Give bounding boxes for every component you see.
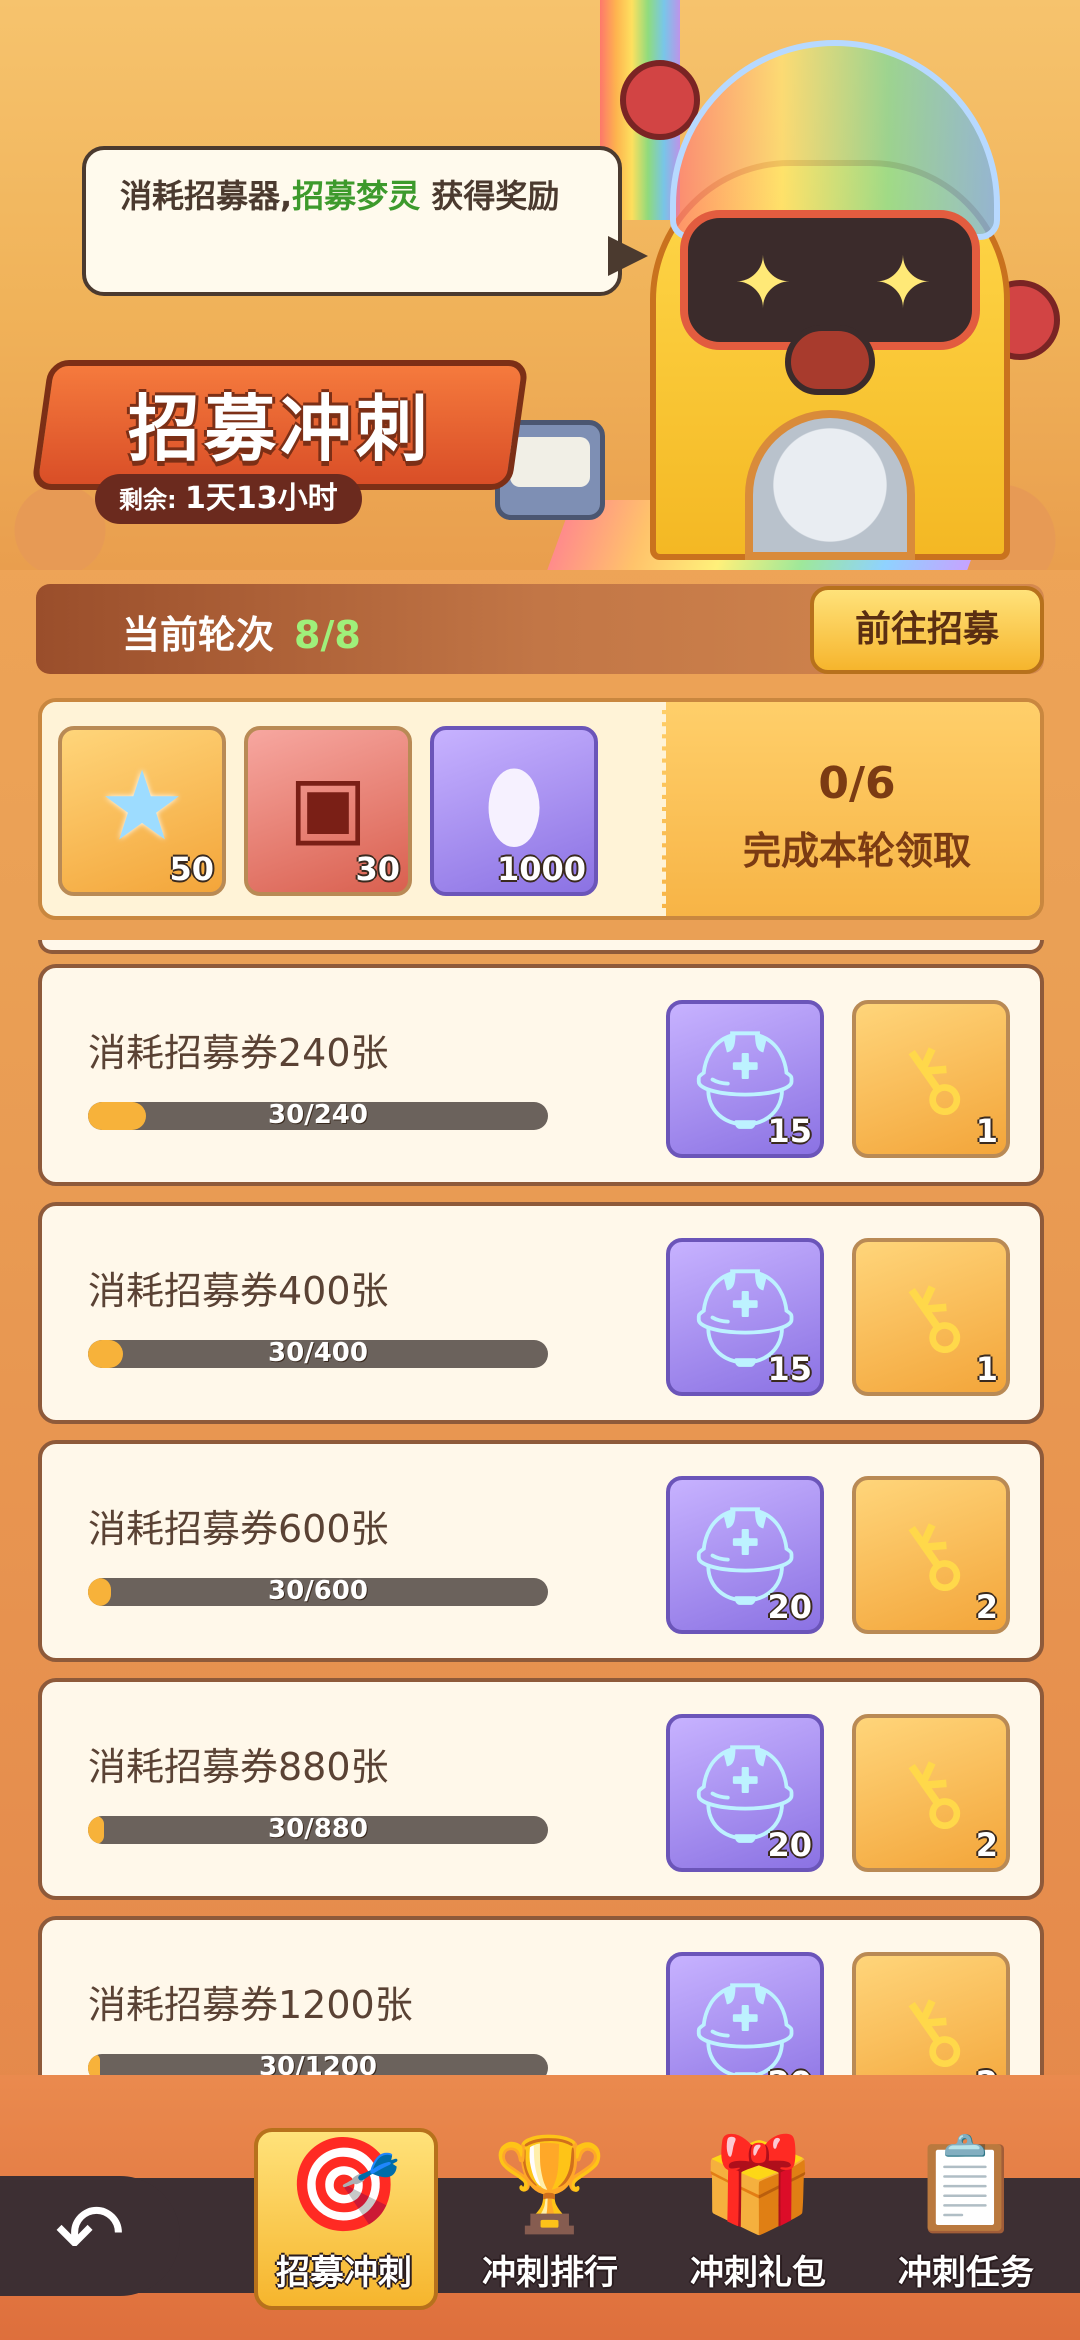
rainbow-star-icon: ★ [98, 750, 186, 862]
back-arrow-icon: ↶ [54, 2185, 126, 2283]
reward-qty: 1 [975, 1112, 998, 1150]
bubble-text-end: 获得奖励 [420, 177, 560, 215]
reward-qty: 2 [975, 1588, 998, 1626]
robot-mouth [785, 325, 875, 395]
task-list[interactable]: 消耗招募券240张 30/240 ⛑ 15 ⚷ 1 消耗招募券400张 30/4… [38, 940, 1044, 2075]
helmet-icon: ⛑ [684, 1976, 806, 2075]
remaining-time: 剩余: 1天13小时 [95, 474, 362, 524]
task-progress-text: 30/1200 [258, 2052, 378, 2075]
task-progress-text: 30/240 [268, 1100, 368, 1130]
tab-sprint-ranking[interactable]: 🏆 冲刺排行 [450, 2130, 650, 2310]
reward-qty: 30 [355, 850, 400, 888]
tab-label: 冲刺任务 [898, 2253, 1034, 2293]
task-card: 消耗招募券240张 30/240 ⛑ 15 ⚷ 1 [38, 964, 1044, 1186]
dartboard-icon: 🎯 [286, 2131, 402, 2238]
rainbow-bottle-icon: ⬮ [483, 750, 545, 862]
tab-label: 冲刺礼包 [690, 2253, 826, 2293]
task-progress-text: 30/600 [268, 1576, 368, 1606]
round-claim-label: 完成本轮领取 [742, 829, 971, 873]
reward-qty: 1000 [496, 850, 586, 888]
reward-qty: 20 [767, 2064, 812, 2075]
reward-qty: 20 [767, 1588, 812, 1626]
reward-qty: 15 [767, 1112, 812, 1150]
star-eye-icon: ✦ [873, 242, 933, 324]
gift-box-icon: 🎁 [700, 2131, 816, 2238]
round-claim-area[interactable]: 0/6 完成本轮领取 [662, 702, 1040, 916]
task-reward-helmet[interactable]: ⛑ 20 [666, 1476, 824, 1634]
task-reward-helmet[interactable]: ⛑ 15 [666, 1238, 824, 1396]
reward-qty: 20 [767, 1826, 812, 1864]
task-title: 消耗招募券1200张 [88, 1983, 413, 2027]
task-title: 消耗招募券880张 [88, 1745, 389, 1789]
reward-qty: 50 [169, 850, 214, 888]
reward-item[interactable]: ⬮ 1000 [430, 726, 598, 896]
bubble-text: 消耗招募器, [120, 177, 293, 215]
tab-sprint-gift[interactable]: 🎁 冲刺礼包 [658, 2130, 858, 2310]
round-label: 当前轮次 [122, 613, 275, 657]
tab-sprint-tasks[interactable]: 📋 冲刺任务 [866, 2130, 1066, 2310]
clipboard-icon: 📋 [908, 2131, 1024, 2238]
round-progress: 0/6 [818, 758, 896, 809]
reward-qty: 2 [975, 1826, 998, 1864]
task-title: 消耗招募券240张 [88, 1031, 389, 1075]
previous-card-edge [38, 940, 1044, 954]
task-reward-helmet[interactable]: ⛑ 15 [666, 1000, 824, 1158]
task-reward-key[interactable]: ⚷ 2 [852, 1952, 1010, 2075]
star-key-icon: ⚷ [873, 1969, 988, 2075]
task-reward-key[interactable]: ⚷ 1 [852, 1238, 1010, 1396]
mini-robot-face [510, 437, 590, 487]
reward-item[interactable]: ★ 50 [58, 726, 226, 896]
task-reward-key[interactable]: ⚷ 2 [852, 1476, 1010, 1634]
star-eye-icon: ✦ [733, 242, 793, 324]
bubble-highlight: 招募梦灵 [292, 177, 421, 215]
speech-bubble: 消耗招募器,招募梦灵 获得奖励 [82, 146, 648, 296]
task-card: 消耗招募券1200张 30/1200 ⛑ 20 ⚷ 2 [38, 1916, 1044, 2075]
task-progress-text: 30/880 [268, 1814, 368, 1844]
remaining-label: 剩余: [119, 486, 185, 514]
round-reward-items: ★ 50 ▣ 30 ⬮ 1000 [42, 702, 662, 916]
task-progress-text: 30/400 [268, 1338, 368, 1368]
remaining-value: 1天13小时 [184, 481, 338, 516]
reward-qty: 2 [976, 2064, 998, 2075]
task-card: 消耗招募券400张 30/400 ⛑ 15 ⚷ 1 [38, 1202, 1044, 1424]
reward-item[interactable]: ▣ 30 [244, 726, 412, 896]
round-value: 8/8 [294, 613, 361, 657]
round-info: 当前轮次 8/8 [122, 604, 361, 659]
hero-card-icon: ▣ [288, 757, 368, 855]
task-card: 消耗招募券600张 30/600 ⛑ 20 ⚷ 2 [38, 1440, 1044, 1662]
back-button[interactable]: ↶ [0, 2176, 180, 2296]
task-reward-key[interactable]: ⚷ 1 [852, 1000, 1010, 1158]
tab-label: 招募冲刺 [276, 2253, 412, 2293]
robot-mascot: ✦ ✦ [620, 40, 1060, 560]
trophy-icon: 🏆 [492, 2131, 608, 2238]
go-recruit-button[interactable]: 前往招募 [810, 586, 1044, 674]
reward-qty: 15 [767, 1350, 812, 1388]
round-reward-panel: ★ 50 ▣ 30 ⬮ 1000 0/6 完成本轮领取 [38, 698, 1044, 920]
task-title: 消耗招募券600张 [88, 1507, 389, 1551]
reward-qty: 1 [975, 1350, 998, 1388]
task-card: 消耗招募券880张 30/880 ⛑ 20 ⚷ 2 [38, 1678, 1044, 1900]
tab-recruit-sprint[interactable]: 🎯 招募冲刺 [244, 2128, 444, 2310]
tab-label: 冲刺排行 [482, 2253, 618, 2293]
task-reward-helmet[interactable]: ⛑ 20 [666, 1952, 824, 2075]
page-title: 招募冲刺 [127, 387, 432, 471]
task-reward-helmet[interactable]: ⛑ 20 [666, 1714, 824, 1872]
task-reward-key[interactable]: ⚷ 2 [852, 1714, 1010, 1872]
task-title: 消耗招募券400张 [88, 1269, 389, 1313]
